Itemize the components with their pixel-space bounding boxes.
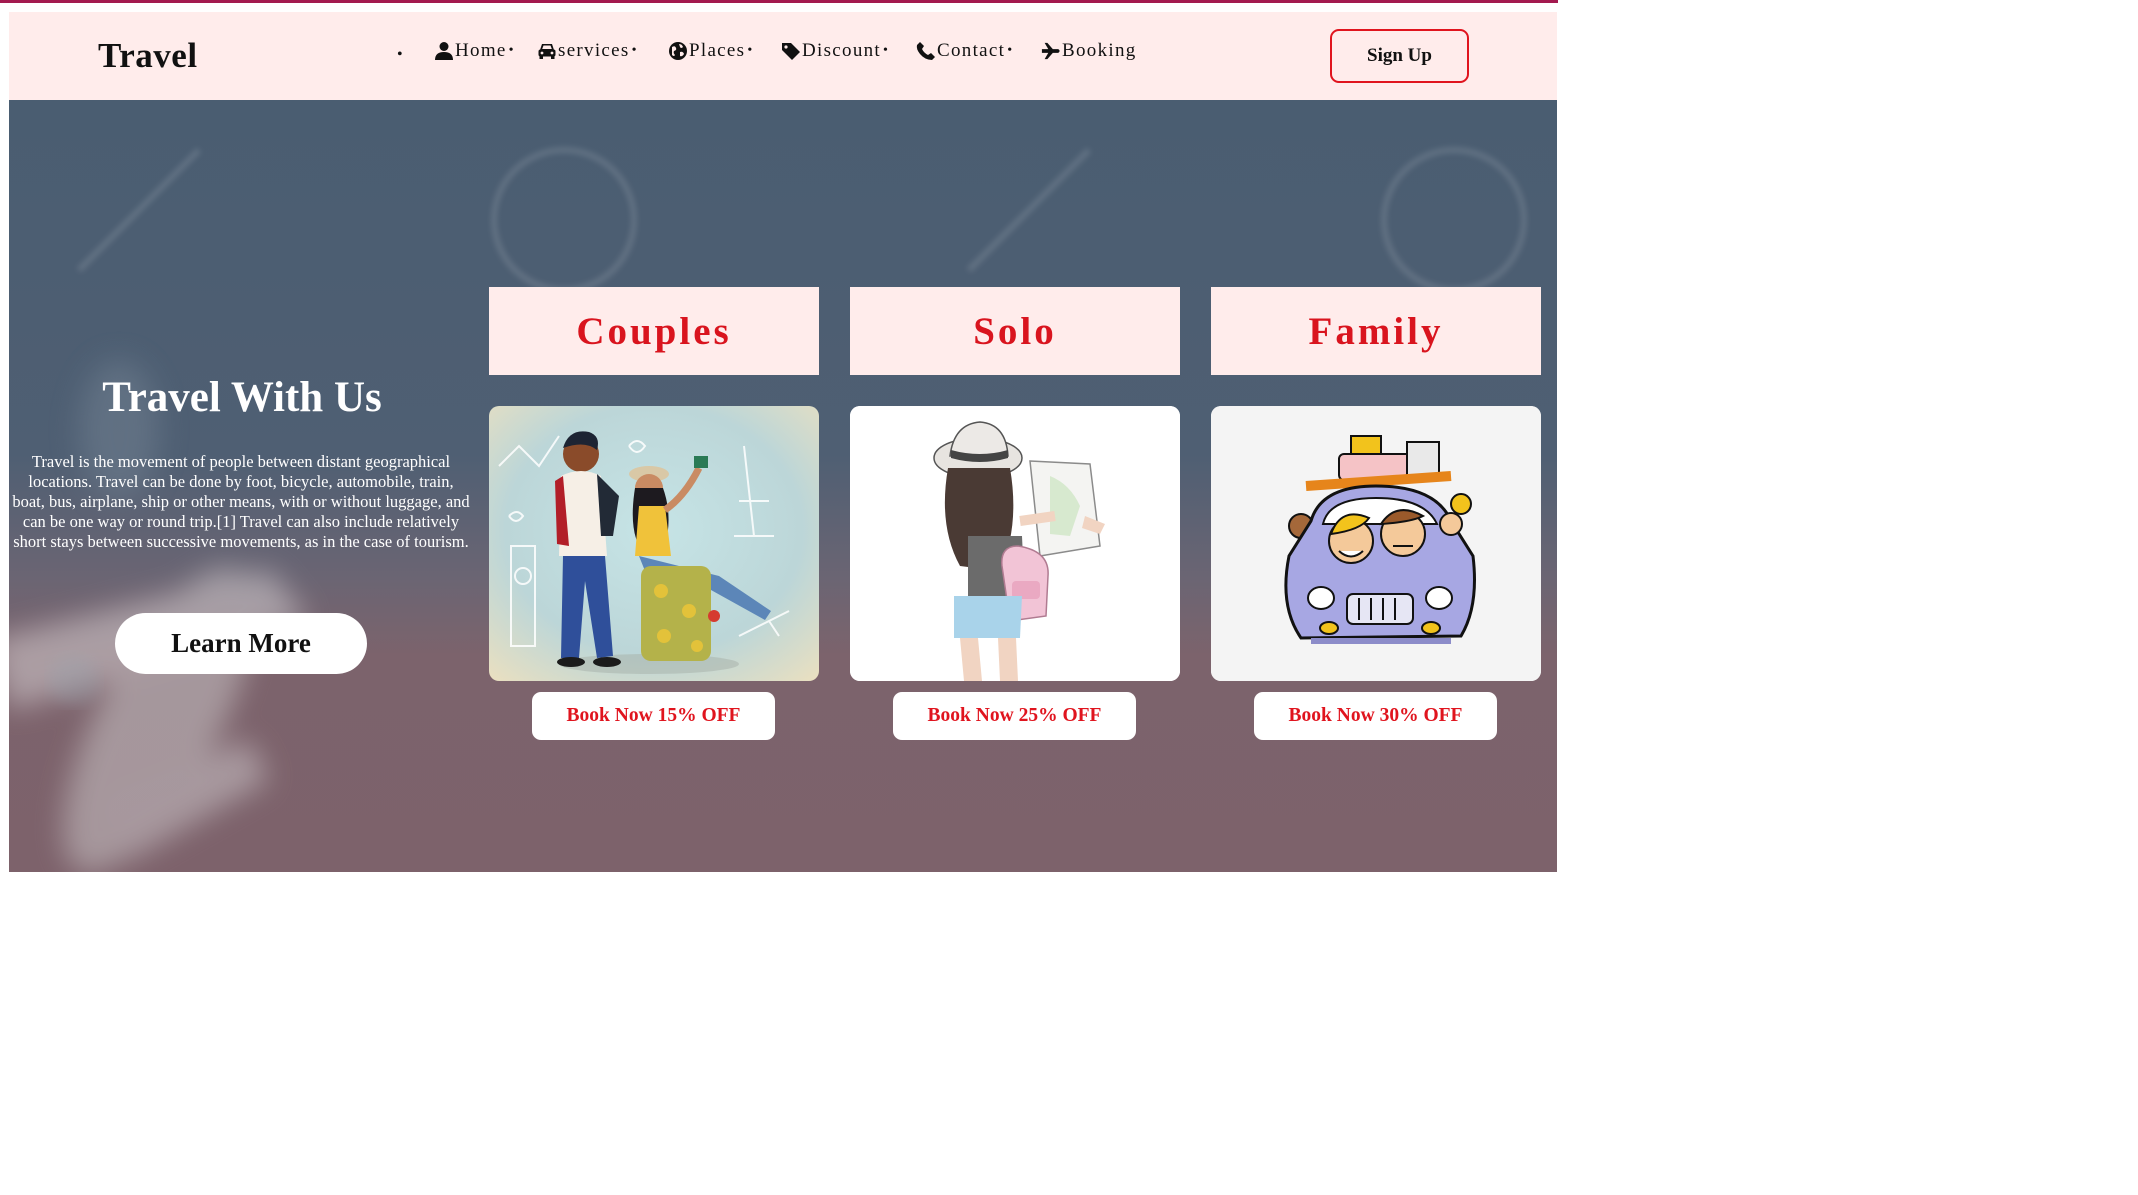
hero-description: Travel is the movement of people between…: [12, 452, 470, 551]
card-title-family: Family: [1211, 287, 1541, 375]
nav-item-label: Discount: [802, 40, 882, 61]
nav-item-label: Places: [689, 40, 746, 61]
window-edge: [1558, 0, 1568, 876]
card-image-couples: [489, 406, 819, 681]
learn-more-button[interactable]: Learn More: [115, 613, 367, 674]
book-now-couples-button[interactable]: Book Now 15% OFF: [532, 692, 775, 740]
nav-item-label: services: [558, 40, 630, 61]
nav-item-booking[interactable]: Booking: [1041, 40, 1137, 62]
user-icon: [435, 42, 453, 60]
card-image-solo: [850, 406, 1180, 681]
plane-icon: [1041, 42, 1060, 60]
hero-section: Travel With Us Travel is the movement of…: [9, 100, 1557, 872]
menu-bullet: •: [397, 46, 403, 63]
nav-item-label: Booking: [1062, 40, 1137, 61]
book-now-family-button[interactable]: Book Now 30% OFF: [1254, 692, 1497, 740]
family-car-illustration: [1211, 406, 1541, 681]
couple-illustration: [489, 406, 819, 681]
hero-title: Travel With Us: [102, 374, 382, 421]
brand-logo[interactable]: Travel: [98, 36, 198, 76]
top-border: [0, 0, 1568, 3]
car-icon: [538, 44, 556, 59]
sign-up-button[interactable]: Sign Up: [1330, 29, 1469, 83]
globe-icon: [669, 42, 687, 60]
nav-item-label: Contact: [937, 40, 1006, 61]
navbar: Travel • Home • services • Places • Discoun…: [9, 12, 1557, 100]
card-title-solo: Solo: [850, 287, 1180, 375]
phone-icon: [916, 42, 935, 60]
nav-item-contact[interactable]: Contact •: [916, 40, 1013, 62]
book-now-solo-button[interactable]: Book Now 25% OFF: [893, 692, 1136, 740]
nav-item-label: Home: [455, 40, 507, 61]
solo-traveler-illustration: [850, 406, 1180, 681]
nav-item-discount[interactable]: Discount •: [781, 40, 889, 62]
nav-item-home[interactable]: Home •: [434, 40, 515, 62]
card-image-family: [1211, 406, 1541, 681]
card-title-couples: Couples: [489, 287, 819, 375]
nav-item-places[interactable]: Places •: [668, 40, 754, 62]
nav-item-services[interactable]: services •: [537, 40, 638, 62]
tag-icon: [782, 43, 800, 60]
